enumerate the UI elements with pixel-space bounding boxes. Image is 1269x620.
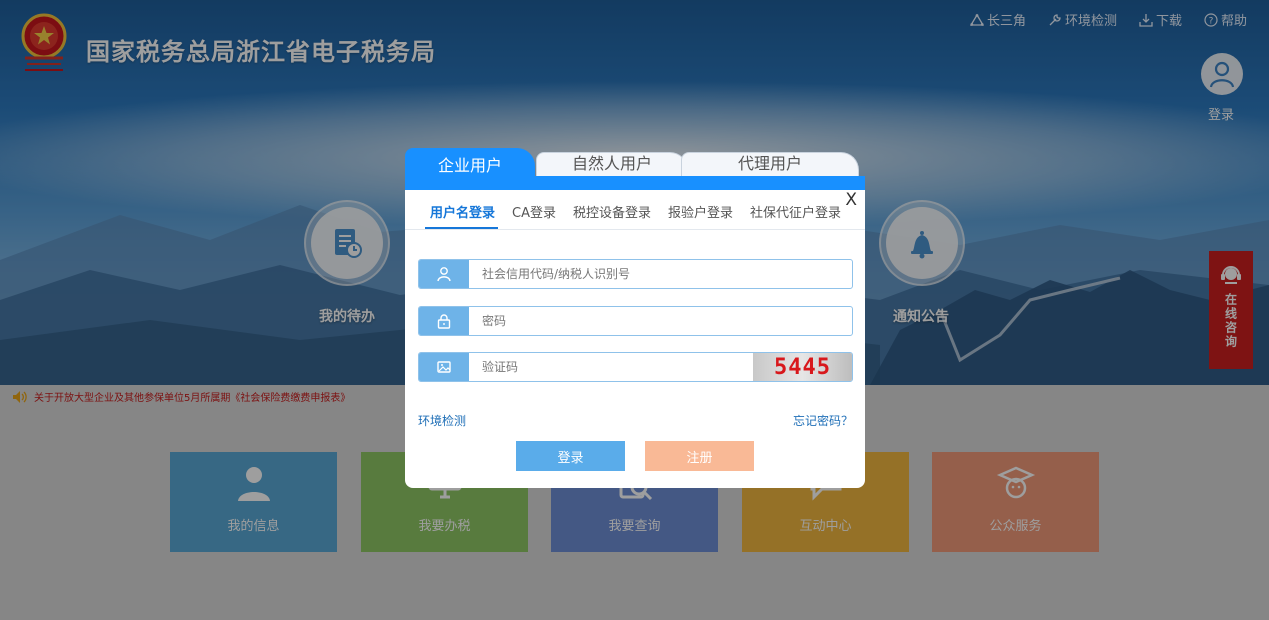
captcha-input[interactable]: [469, 353, 753, 381]
close-button[interactable]: X: [845, 190, 857, 210]
username-field: [418, 259, 853, 289]
tab-enterprise-user[interactable]: 企业用户: [405, 148, 535, 190]
forgot-password-link[interactable]: 忘记密码？: [793, 412, 853, 429]
tab-natural-person-user[interactable]: 自然人用户: [536, 152, 688, 176]
captcha-image[interactable]: 5445: [753, 353, 852, 381]
subtab-username-login[interactable]: 用户名登录: [425, 200, 499, 229]
user-type-tabs: 企业用户 自然人用户 代理用户: [405, 148, 865, 190]
password-input[interactable]: [469, 307, 852, 335]
password-field: [418, 306, 853, 336]
register-button[interactable]: 注册: [645, 441, 754, 471]
modal-body: X 用户名登录 CA登录 税控设备登录 报验户登录 社保代征户登录 社会信用代码…: [405, 190, 865, 488]
subtab-tax-device-login[interactable]: 税控设备登录: [570, 200, 654, 230]
user-icon: [437, 267, 451, 282]
captcha-field: 5445: [418, 352, 853, 382]
tab-agent-user[interactable]: 代理用户: [681, 152, 859, 176]
subtab-divider: [405, 229, 865, 230]
login-button[interactable]: 登录: [516, 441, 625, 471]
subtab-social-security-login[interactable]: 社保代征户登录: [747, 200, 844, 230]
subtab-inspection-login[interactable]: 报验户登录: [665, 200, 736, 230]
subtab-ca-login[interactable]: CA登录: [509, 200, 559, 230]
lock-icon: [437, 314, 451, 329]
image-icon: [437, 361, 451, 373]
login-method-tabs: 用户名登录 CA登录 税控设备登录 报验户登录 社保代征户登录: [425, 200, 844, 230]
username-input[interactable]: [469, 260, 852, 288]
password-icon-box: [419, 307, 469, 335]
username-icon-box: [419, 260, 469, 288]
login-modal: 企业用户 自然人用户 代理用户 X 用户名登录 CA登录 税控设备登录 报验户登…: [405, 148, 865, 488]
captcha-icon-box: [419, 353, 469, 381]
env-check-link[interactable]: 环境检测: [418, 412, 466, 429]
